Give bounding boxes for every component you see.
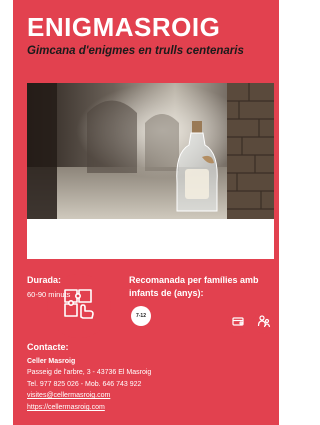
cellar-bottle-photo <box>27 83 274 219</box>
duration-value: 60-90 minuts <box>27 290 71 299</box>
recommended-label-line1: Recomanada per famílies amb <box>129 275 259 285</box>
photo-frame <box>27 83 275 338</box>
contact-label: Contacte: <box>27 342 69 352</box>
page-title: ENIGMASROIG <box>27 12 221 42</box>
recommended-label-line2: infants de (anys): <box>129 288 204 298</box>
contact-email-link[interactable]: visites@cellermasroig.com <box>27 391 110 401</box>
wallet-pay-icon <box>231 314 245 333</box>
contact-address: Passeig de l'arbre, 3 - 43736 El Masroig <box>27 369 152 376</box>
family-button[interactable] <box>253 312 275 334</box>
age-range-badge: 7-12 <box>131 306 151 326</box>
contact-name: Celler Masroig <box>27 358 76 365</box>
contact-website-link[interactable]: https://cellermasroig.com <box>27 403 105 413</box>
contact-phones: Tel. 977 825 026 - Mob. 646 743 922 <box>27 381 142 388</box>
page-subtitle: Gimcana d'enigmes en trulls centenaris <box>27 45 244 57</box>
activity-card: ENIGMASROIG Gimcana d'enigmes en trulls … <box>13 0 279 425</box>
duration-label: Durada: <box>27 275 62 285</box>
wallet-pay-button[interactable] <box>227 312 249 334</box>
family-icon <box>257 314 271 333</box>
